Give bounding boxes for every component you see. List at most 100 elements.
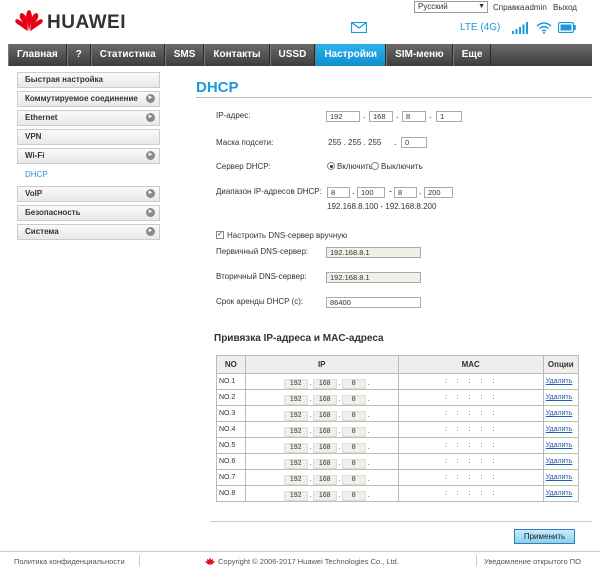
ip-octet-input[interactable]: [370, 486, 395, 497]
ip-octet-input[interactable]: 192: [283, 426, 308, 437]
row-mac-input[interactable]: : : : : :: [397, 469, 544, 486]
ip-octet-1-input[interactable]: 192: [326, 111, 360, 122]
delete-link[interactable]: Удалить: [546, 426, 573, 433]
ip-octet-input[interactable]: 192: [283, 378, 308, 389]
sidebar-item-system[interactable]: Система ►: [17, 224, 160, 240]
ip-octet-input[interactable]: [370, 470, 395, 481]
sidebar-item-dialup[interactable]: Коммутируемое соединение ►: [17, 91, 160, 107]
row-mac-input[interactable]: : : : : :: [397, 453, 544, 470]
ip-octet-input[interactable]: 192: [283, 394, 308, 405]
row-mac-input[interactable]: : : : : :: [397, 421, 544, 438]
sidebar-item-wifi[interactable]: Wi-Fi ►: [17, 148, 160, 164]
row-mac-input[interactable]: : : : : :: [397, 389, 544, 406]
range-start-input[interactable]: 100: [357, 187, 385, 198]
dns-manual-label: Настроить DNS-сервер вручную: [227, 231, 348, 240]
delete-link[interactable]: Удалить: [546, 442, 573, 449]
ip-octet-input[interactable]: 168: [312, 490, 337, 501]
ip-octet-input[interactable]: 168: [312, 394, 337, 405]
apply-button[interactable]: Применить: [514, 529, 575, 544]
ip-octet-input[interactable]: 168: [312, 442, 337, 453]
dns2-input[interactable]: 192.168.8.1: [326, 272, 421, 283]
ip-octet-input[interactable]: 192: [283, 490, 308, 501]
sidebar-item-vpn[interactable]: VPN: [17, 129, 160, 145]
nav-statistics[interactable]: Статистика: [90, 44, 165, 66]
nav-sim-menu[interactable]: SIM-меню: [386, 44, 453, 66]
ip-octet-input[interactable]: 168: [312, 426, 337, 437]
ip-octet-input[interactable]: 168: [312, 474, 337, 485]
dns1-input[interactable]: 192.168.8.1: [326, 247, 421, 258]
sidebar-item-dhcp[interactable]: DHCP: [17, 167, 160, 183]
range-dash: -: [389, 186, 392, 196]
ip-octet-input[interactable]: 168: [312, 378, 337, 389]
delete-link[interactable]: Удалить: [546, 474, 573, 481]
ip-octet-input[interactable]: 8: [341, 410, 366, 421]
lease-time-input[interactable]: 86400: [326, 297, 421, 308]
row-mac-input[interactable]: : : : : :: [397, 405, 544, 422]
ip-octet-input[interactable]: 8: [341, 426, 366, 437]
nav-more[interactable]: Еще: [452, 44, 492, 66]
nav-help[interactable]: ?: [66, 44, 91, 66]
ip-octet-input[interactable]: [370, 438, 395, 449]
ip-octet-input[interactable]: 8: [341, 378, 366, 389]
ip-octet-input[interactable]: 192: [283, 410, 308, 421]
row-number: NO.2: [216, 389, 246, 406]
nav-home[interactable]: Главная: [8, 44, 67, 66]
row-mac-input[interactable]: : : : : :: [397, 437, 544, 454]
opensource-notice-link[interactable]: Уведомление открытого ПО: [484, 557, 581, 566]
help-link[interactable]: Справка: [493, 3, 524, 12]
dns-manual-checkbox[interactable]: ✓: [216, 231, 224, 239]
ip-octet-input[interactable]: [370, 374, 395, 385]
ip-octet-input[interactable]: [370, 422, 395, 433]
range-start-octet3-input[interactable]: 8: [327, 187, 350, 198]
ip-octet-input[interactable]: [370, 454, 395, 465]
mail-icon[interactable]: [351, 22, 367, 33]
ip-octet-3-input[interactable]: 8: [402, 111, 426, 122]
range-end-octet3-input[interactable]: 8: [394, 187, 417, 198]
ip-octet-input[interactable]: [370, 406, 395, 417]
binding-section-title: Привязка IP-адреса и MAC-адреса: [214, 333, 384, 344]
row-mac-input[interactable]: : : : : :: [397, 373, 544, 390]
brand-name: HUAWEI: [47, 12, 126, 33]
nav-sms[interactable]: SMS: [164, 44, 205, 66]
huawei-logo[interactable]: HUAWEI: [14, 8, 164, 36]
nav-contacts[interactable]: Контакты: [204, 44, 270, 66]
delete-link[interactable]: Удалить: [546, 490, 573, 497]
ip-octet-4-input[interactable]: 1: [436, 111, 462, 122]
ip-octet-input[interactable]: 8: [341, 458, 366, 469]
dhcp-enable-radio[interactable]: [327, 162, 335, 170]
delete-link[interactable]: Удалить: [546, 410, 573, 417]
subnet-mask-last-input[interactable]: 0: [401, 137, 427, 148]
nav-settings[interactable]: Настройки: [315, 44, 387, 66]
delete-link[interactable]: Удалить: [546, 458, 573, 465]
ip-octet-input[interactable]: 168: [312, 410, 337, 421]
range-end-input[interactable]: 200: [424, 187, 453, 198]
ip-octet-input[interactable]: 8: [341, 394, 366, 405]
row-options-cell: Удалить: [542, 469, 580, 486]
row-mac-input[interactable]: : : : : :: [397, 485, 544, 502]
sidebar-item-ethernet[interactable]: Ethernet ►: [17, 110, 160, 126]
sidebar-item-quick-setup[interactable]: Быстрая настройка: [17, 72, 160, 88]
user-link[interactable]: admin: [525, 3, 547, 12]
ip-octet-input[interactable]: 192: [283, 474, 308, 485]
huawei-petal-icon: [15, 10, 43, 31]
delete-link[interactable]: Удалить: [546, 378, 573, 385]
ip-octet-input[interactable]: 8: [341, 490, 366, 501]
sidebar-item-security[interactable]: Безопасность ►: [17, 205, 160, 221]
ip-octet-input[interactable]: [370, 390, 395, 401]
ip-octet-input[interactable]: 192: [283, 442, 308, 453]
language-select[interactable]: Русский ▼: [414, 1, 488, 13]
privacy-link[interactable]: Политика конфиденциальности: [14, 557, 125, 566]
sidebar-item-voip[interactable]: VoIP ►: [17, 186, 160, 202]
subnet-mask-label: Маска подсети:: [216, 138, 274, 147]
ip-octet-input[interactable]: 8: [341, 442, 366, 453]
table-row: NO.4 192. 168. 8.: : : : : Удалить: [216, 421, 580, 438]
table-row: NO.7 192. 168. 8.: : : : : Удалить: [216, 469, 580, 486]
dhcp-disable-radio[interactable]: [371, 162, 379, 170]
ip-octet-input[interactable]: 8: [341, 474, 366, 485]
ip-octet-input[interactable]: 168: [312, 458, 337, 469]
ip-octet-2-input[interactable]: 168: [369, 111, 393, 122]
ip-octet-input[interactable]: 192: [283, 458, 308, 469]
logout-link[interactable]: Выход: [553, 3, 577, 12]
nav-ussd[interactable]: USSD: [269, 44, 316, 66]
delete-link[interactable]: Удалить: [546, 394, 573, 401]
